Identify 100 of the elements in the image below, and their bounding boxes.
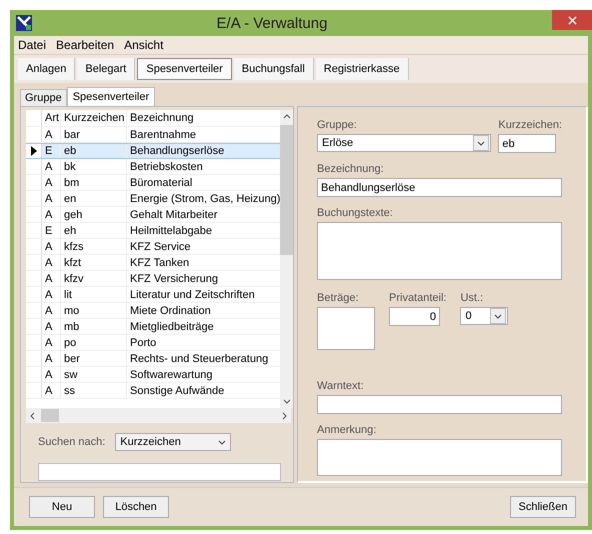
table-cell: eb — [61, 144, 127, 158]
field-label: Buchungstexte: — [317, 207, 394, 219]
menu-item[interactable]: Datei — [18, 38, 46, 52]
table-row[interactable]: A bk Betriebskosten — [26, 159, 280, 175]
table-cell-text: Rechts- und Steuerberatung — [129, 352, 270, 366]
table-cell: mo — [61, 303, 127, 318]
table-cell: A — [42, 127, 61, 142]
row-pointer-icon — [30, 146, 36, 156]
private-share-field[interactable]: 0 — [389, 307, 440, 326]
menu-item[interactable]: Bearbeiten — [56, 38, 114, 52]
scrollbar-thumb[interactable] — [280, 125, 294, 255]
search-by-dropdown[interactable]: Kurzzeichen — [115, 433, 232, 451]
group-dropdown[interactable]: Erlöse — [317, 134, 491, 152]
table-cell: bm — [61, 175, 127, 190]
table-cell: ber — [61, 351, 127, 366]
chevron-down-icon — [494, 314, 502, 318]
table-cell-text: Barentnahme — [129, 128, 198, 142]
table-row[interactable]: A bm Büromaterial — [26, 175, 280, 191]
close-window-button[interactable]: Schließen — [510, 496, 576, 518]
shortcode-field[interactable]: eb — [498, 134, 556, 153]
table-row[interactable]: A mb Mietgliedbeiträge — [26, 319, 280, 335]
table-cell: sw — [61, 367, 127, 382]
toolbar-tab[interactable]: Buchungsfall — [234, 58, 314, 80]
table-row[interactable]: A mo Miete Ordination — [26, 303, 280, 319]
column-header[interactable]: Art — [42, 110, 61, 126]
menu-item[interactable]: Ansicht — [124, 38, 164, 52]
chevron-right-icon[interactable] — [282, 412, 287, 420]
table-cell: A — [42, 383, 61, 398]
booking-texts-field[interactable] — [317, 222, 562, 280]
table-row[interactable]: A ber Rechts- und Steuerberatung — [26, 351, 280, 367]
column-header[interactable]: Bezeichnung — [127, 110, 280, 126]
table-cell: lit — [61, 287, 127, 302]
table-row[interactable]: A po Porto — [26, 335, 280, 351]
toolbar-tab[interactable]: Anlagen — [18, 58, 76, 80]
table-row[interactable]: A kfzv KFZ Versicherung — [26, 271, 280, 287]
close-button[interactable] — [552, 10, 592, 30]
table-row[interactable]: E eh Heilmittelabgabe — [26, 223, 280, 239]
table-cell: A — [42, 367, 61, 382]
note-field[interactable] — [317, 439, 562, 476]
description-field[interactable]: Behandlungserlöse — [317, 178, 562, 197]
vertical-scrollbar[interactable] — [280, 110, 294, 408]
table-cell: A — [42, 175, 61, 190]
table-cell-text: Softwarewartung — [129, 368, 214, 382]
horizontal-scrollbar[interactable] — [26, 408, 291, 423]
table-cell: E — [42, 144, 61, 158]
toolbar-tab[interactable]: Spesenverteiler — [137, 58, 232, 80]
toolbar-tab[interactable]: Belegart — [77, 58, 136, 80]
table-cell: bk — [61, 159, 127, 174]
table-cell: kfzs — [61, 239, 127, 254]
table-cell: geh — [61, 207, 127, 222]
tab[interactable]: Gruppe — [20, 89, 67, 106]
table-cell: A — [42, 239, 61, 254]
tab[interactable]: Spesenverteiler — [66, 87, 156, 106]
column-header[interactable]: Kurzzeichen — [61, 110, 127, 126]
table-row[interactable]: A en Energie (Strom, Gas, Heizung) — [26, 191, 280, 207]
scrollbar-thumb[interactable] — [41, 409, 59, 422]
amounts-box[interactable] — [317, 307, 375, 350]
field-label: Anmerkung: — [317, 424, 378, 436]
table-cell: A — [42, 207, 61, 222]
search-field[interactable] — [38, 463, 281, 481]
field-label: Beträge: — [317, 292, 360, 304]
table-cell-text: Literatur und Zeitschriften — [129, 288, 256, 302]
table-cell: A — [42, 335, 61, 350]
chevron-down-icon[interactable] — [282, 399, 291, 404]
chevron-up-icon[interactable] — [282, 114, 291, 119]
action-button[interactable]: Neu — [29, 496, 95, 518]
table-cell-text: Energie (Strom, Gas, Heizung) — [129, 192, 280, 206]
table-cell: A — [42, 287, 61, 302]
table-cell: A — [42, 319, 61, 334]
table-cell-text: Sonstige Aufwände — [129, 384, 226, 398]
table-cell-text: Mietgliedbeiträge — [129, 320, 215, 334]
table-cell: A — [42, 271, 61, 286]
chevron-down-icon — [218, 440, 226, 444]
table-row[interactable]: A geh Gehalt Mitarbeiter — [26, 207, 280, 223]
table-row[interactable]: A sw Softwarewartung — [26, 367, 280, 383]
toolbar-tab[interactable]: Registrierkasse — [316, 58, 409, 80]
table-row[interactable]: A ss Sonstige Aufwände — [26, 383, 280, 399]
table-row[interactable]: A kfzs KFZ Service — [26, 239, 280, 255]
warning-text-field[interactable] — [317, 395, 562, 414]
table-cell-text: KFZ Versicherung — [129, 272, 220, 286]
table-cell: po — [61, 335, 127, 350]
search-label: Suchen nach: — [38, 436, 106, 448]
table-row[interactable]: A bar Barentnahme — [26, 127, 280, 143]
field-label: Bezeichnung: — [317, 163, 385, 175]
table-cell-text: KFZ Tanken — [129, 256, 190, 270]
table-cell: A — [42, 255, 61, 270]
field-label: Warntext: — [317, 380, 365, 392]
table-cell: eh — [61, 223, 127, 238]
table-cell: ss — [61, 383, 127, 398]
action-button[interactable]: Löschen — [103, 496, 169, 518]
table-row[interactable]: E eb Behandlungserlöse — [26, 143, 280, 159]
table-cell: A — [42, 351, 61, 366]
close-icon — [568, 16, 576, 24]
table-row[interactable]: A kfzt KFZ Tanken — [26, 255, 280, 271]
table-cell: E — [42, 223, 61, 238]
chevron-left-icon[interactable] — [30, 412, 35, 420]
table-cell-text: KFZ Service — [129, 240, 192, 254]
field-label: Privatanteil: — [389, 292, 446, 304]
table-row[interactable]: A lit Literatur und Zeitschriften — [26, 287, 280, 303]
vat-dropdown[interactable]: 0 — [460, 307, 508, 325]
